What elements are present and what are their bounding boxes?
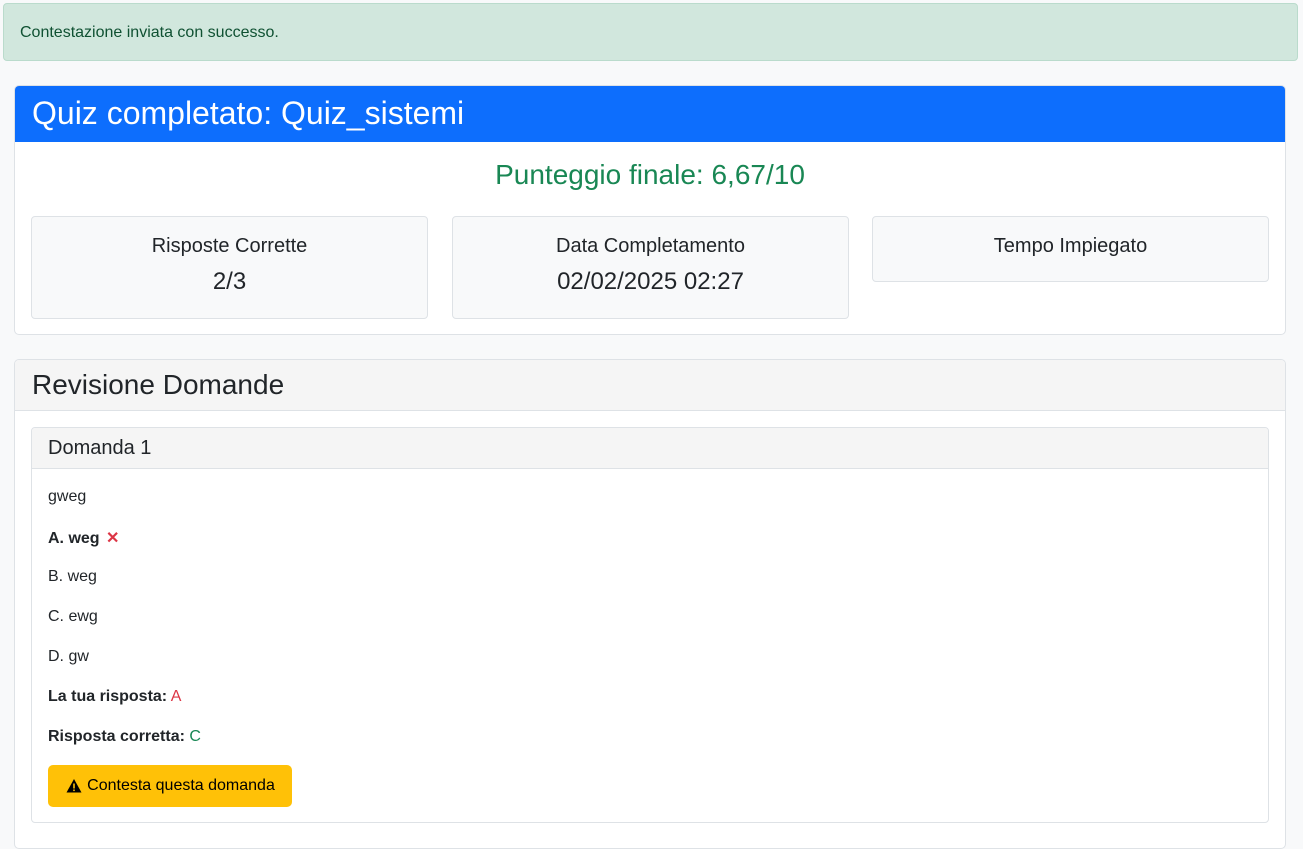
success-alert: Contestazione inviata con successo. xyxy=(3,3,1298,61)
contest-question-button[interactable]: Contesta questa domanda xyxy=(48,765,292,807)
option-c: C. ewg xyxy=(48,608,98,625)
stat-value: 2/3 xyxy=(212,268,247,295)
your-answer-label: La tua risposta: xyxy=(48,688,168,705)
review-card: Revisione Domande Domanda 1 gweg A. weg … xyxy=(14,359,1286,849)
option-a: A. weg ✕ xyxy=(48,528,119,548)
stat-time-spent: Tempo Impiegato xyxy=(872,216,1269,282)
correct-answer-value: C xyxy=(189,728,201,745)
quiz-result-card: Quiz completato: Quiz_sistemi Punteggio … xyxy=(14,85,1286,335)
warning-triangle-icon xyxy=(66,779,82,793)
question-header: Domanda 1 xyxy=(32,428,1268,469)
x-icon: ✕ xyxy=(106,530,120,547)
option-d: D. gw xyxy=(48,648,89,665)
stat-label: Tempo Impiegato xyxy=(993,235,1148,257)
review-title: Revisione Domande xyxy=(15,360,1285,411)
stat-value: 02/02/2025 02:27 xyxy=(557,268,744,295)
option-label: A. weg xyxy=(48,530,100,547)
stat-correct-answers: Risposte Corrette 2/3 xyxy=(31,216,428,319)
question-text: gweg xyxy=(48,488,87,505)
your-answer: La tua risposta: A xyxy=(48,688,181,706)
contest-button-label: Contesta questa domanda xyxy=(87,777,275,794)
final-score: Punteggio finale: 6,67/10 xyxy=(495,159,805,190)
question-card: Domanda 1 gweg A. weg ✕ B. weg C. ewg D.… xyxy=(31,427,1269,823)
your-answer-value: A xyxy=(170,688,182,705)
stat-completion-date: Data Completamento 02/02/2025 02:27 xyxy=(452,216,849,319)
alert-message: Contestazione inviata con successo. xyxy=(20,24,279,41)
stat-label: Risposte Corrette xyxy=(151,235,308,257)
option-b: B. weg xyxy=(48,568,97,585)
correct-answer: Risposta corretta: C xyxy=(48,728,201,746)
quiz-title: Quiz completato: Quiz_sistemi xyxy=(15,86,1285,142)
stat-label: Data Completamento xyxy=(556,235,745,257)
correct-answer-label: Risposta corretta: xyxy=(48,728,185,745)
